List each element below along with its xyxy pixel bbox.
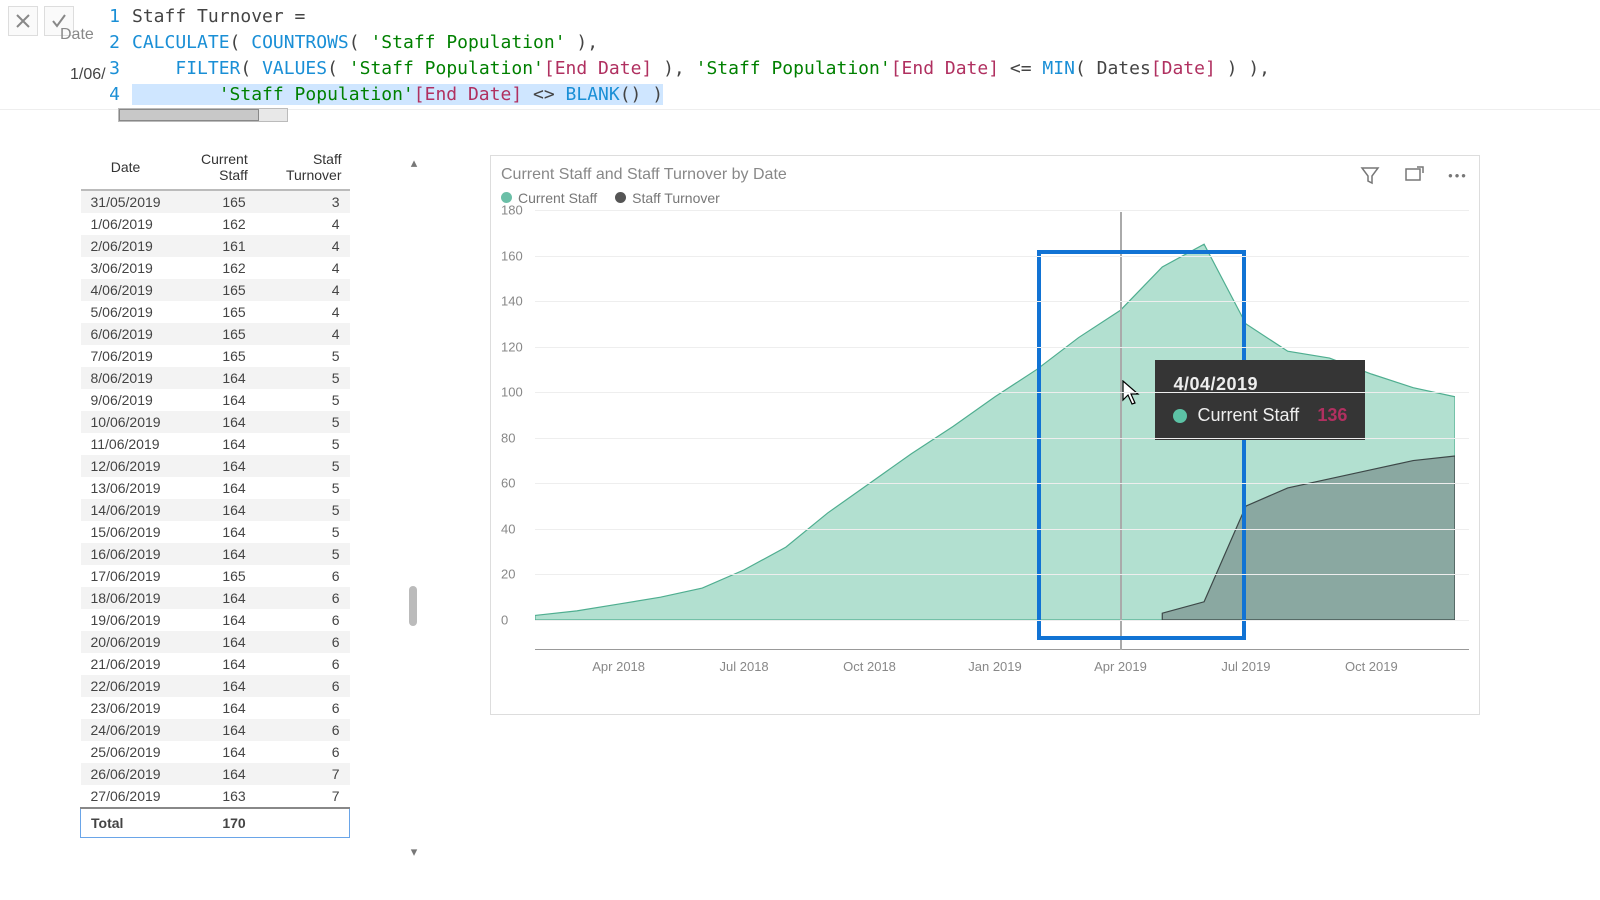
column-header[interactable]: Current Staff [171, 145, 256, 190]
x-axis-tick: Apr 2018 [592, 659, 645, 674]
y-axis-tick: 40 [501, 521, 515, 536]
y-axis-tick: 160 [501, 248, 523, 263]
x-icon [15, 13, 31, 29]
background-column-header: Date [60, 26, 94, 44]
table-row[interactable]: 20/06/20191646 [81, 631, 350, 653]
y-axis-tick: 20 [501, 567, 515, 582]
y-axis-tick: 120 [501, 339, 523, 354]
table-row[interactable]: 1/06/20191624 [81, 213, 350, 235]
x-axis-tick: Apr 2019 [1094, 659, 1147, 674]
tooltip-swatch-icon [1173, 409, 1187, 423]
x-axis-tick: Jul 2018 [720, 659, 769, 674]
table-row[interactable]: 14/06/20191645 [81, 499, 350, 521]
table-row[interactable]: 4/06/20191654 [81, 279, 350, 301]
table-row[interactable]: 22/06/20191646 [81, 675, 350, 697]
filter-icon[interactable] [1359, 164, 1381, 186]
table-row[interactable]: 19/06/20191646 [81, 609, 350, 631]
table-row[interactable]: 8/06/20191645 [81, 367, 350, 389]
table-row[interactable]: 9/06/20191645 [81, 389, 350, 411]
table-row[interactable]: 18/06/20191646 [81, 587, 350, 609]
area-chart-visual[interactable]: Current Staff and Staff Turnover by Date… [490, 155, 1480, 715]
table-row[interactable]: 17/06/20191656 [81, 565, 350, 587]
table-row[interactable]: 16/06/20191645 [81, 543, 350, 565]
y-axis-tick: 60 [501, 476, 515, 491]
dax-formula-editor[interactable]: 1Staff Turnover =2CALCULATE( COUNTROWS( … [100, 4, 1270, 108]
table-row[interactable]: 13/06/20191645 [81, 477, 350, 499]
y-axis-tick: 100 [501, 385, 523, 400]
total-label: Total [81, 808, 171, 838]
data-table-visual[interactable]: DateCurrent StaffStaff Turnover 31/05/20… [80, 145, 450, 900]
table-row[interactable]: 26/06/20191647 [81, 763, 350, 785]
table-row[interactable]: 21/06/20191646 [81, 653, 350, 675]
table-row[interactable]: 12/06/20191645 [81, 455, 350, 477]
more-options-icon[interactable]: ••• [1447, 164, 1469, 186]
table-row[interactable]: 7/06/20191655 [81, 345, 350, 367]
table-row[interactable]: 3/06/20191624 [81, 257, 350, 279]
table-row[interactable]: 24/06/20191646 [81, 719, 350, 741]
chart-tooltip: 4/04/2019 Current Staff 136 [1155, 360, 1365, 440]
scroll-up-icon[interactable]: ▴ [406, 155, 422, 171]
formula-hscrollbar[interactable] [118, 108, 288, 122]
table-row[interactable]: 11/06/20191645 [81, 433, 350, 455]
chart-plot-area[interactable]: 4/04/2019 Current Staff 136 020406080100… [535, 210, 1469, 680]
x-axis-tick: Jul 2019 [1221, 659, 1270, 674]
chart-title: Current Staff and Staff Turnover by Date [501, 166, 1469, 184]
focus-mode-icon[interactable] [1403, 164, 1425, 186]
table-row[interactable]: 15/06/20191645 [81, 521, 350, 543]
x-axis-tick: Oct 2018 [843, 659, 896, 674]
column-header[interactable]: Staff Turnover [256, 145, 350, 190]
table-row[interactable]: 10/06/20191645 [81, 411, 350, 433]
total-value: 170 [171, 808, 256, 838]
table-row[interactable]: 25/06/20191646 [81, 741, 350, 763]
table-row[interactable]: 31/05/20191653 [81, 190, 350, 213]
table-row[interactable]: 5/06/20191654 [81, 301, 350, 323]
y-axis-tick: 0 [501, 613, 508, 628]
table-row[interactable]: 6/06/20191654 [81, 323, 350, 345]
column-header[interactable]: Date [81, 145, 171, 190]
x-axis-tick: Oct 2019 [1345, 659, 1398, 674]
formula-bar: Date 1/06/ 1Staff Turnover =2CALCULATE( … [0, 0, 1600, 110]
x-axis-tick: Jan 2019 [968, 659, 1022, 674]
chart-legend: Current Staff Staff Turnover [501, 190, 1469, 206]
table-vscrollbar[interactable]: ▴ ▾ [406, 155, 422, 860]
legend-swatch-current-staff [501, 192, 512, 203]
legend-swatch-staff-turnover [615, 192, 626, 203]
scroll-down-icon[interactable]: ▾ [406, 844, 422, 860]
y-axis-tick: 80 [501, 430, 515, 445]
y-axis-tick: 140 [501, 294, 523, 309]
chart-hover-guideline [1120, 212, 1122, 650]
table-row[interactable]: 23/06/20191646 [81, 697, 350, 719]
formula-cancel-button[interactable] [8, 6, 38, 36]
y-axis-tick: 180 [501, 203, 523, 218]
table-row[interactable]: 27/06/20191637 [81, 785, 350, 808]
table-row[interactable]: 2/06/20191614 [81, 235, 350, 257]
